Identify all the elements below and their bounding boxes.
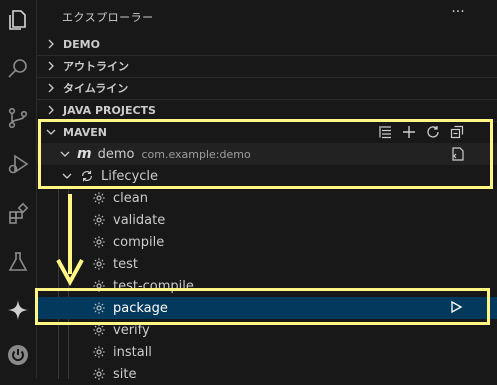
phase-label: install [113, 344, 152, 360]
chevron-right-icon [43, 36, 59, 52]
lifecycle-phase-test[interactable]: test [37, 253, 497, 275]
testing-icon[interactable] [4, 248, 32, 276]
chevron-right-icon [43, 102, 59, 118]
copilot-icon[interactable] [4, 296, 32, 324]
lifecycle-phase-validate[interactable]: validate [37, 209, 497, 231]
gear-icon [91, 256, 107, 272]
explorer-title: エクスプローラー [62, 11, 154, 24]
gear-icon [91, 366, 107, 382]
spring-boot-icon[interactable] [4, 341, 32, 369]
section-java-projects-label: JAVA PROJECTS [63, 103, 156, 117]
gear-icon [91, 234, 107, 250]
run-debug-icon[interactable] [4, 150, 32, 178]
section-demo-label: DEMO [63, 37, 100, 51]
package-highlight-box [35, 288, 490, 325]
gear-icon [91, 212, 107, 228]
section-demo[interactable]: DEMO [37, 33, 497, 55]
search-icon[interactable] [4, 55, 32, 83]
phase-label: test [113, 256, 138, 272]
explorer-icon[interactable] [4, 6, 32, 34]
gear-icon [91, 190, 107, 206]
gear-icon [91, 344, 107, 360]
section-timeline-label: タイムライン [63, 82, 129, 95]
down-arrow-icon [56, 194, 84, 287]
section-java-projects[interactable]: JAVA PROJECTS [37, 99, 497, 121]
source-control-icon[interactable] [4, 104, 32, 132]
section-outline[interactable]: アウトライン [37, 55, 497, 77]
lifecycle-phase-site[interactable]: site [37, 363, 497, 385]
section-outline-label: アウトライン [63, 60, 129, 73]
maven-highlight-box [38, 119, 493, 189]
extensions-icon[interactable] [4, 200, 32, 228]
lifecycle-phase-clean[interactable]: clean [37, 187, 497, 209]
chevron-right-icon [43, 80, 59, 96]
chevron-right-icon [43, 58, 59, 74]
more-actions-button[interactable]: ··· [448, 4, 468, 24]
phase-label: validate [113, 212, 166, 228]
section-timeline[interactable]: タイムライン [37, 77, 497, 99]
phase-label: clean [113, 190, 148, 206]
phase-label: compile [113, 234, 165, 250]
activity-bar [0, 0, 37, 379]
lifecycle-phase-compile[interactable]: compile [37, 231, 497, 253]
lifecycle-phase-install[interactable]: install [37, 341, 497, 363]
phase-label: site [113, 366, 137, 382]
